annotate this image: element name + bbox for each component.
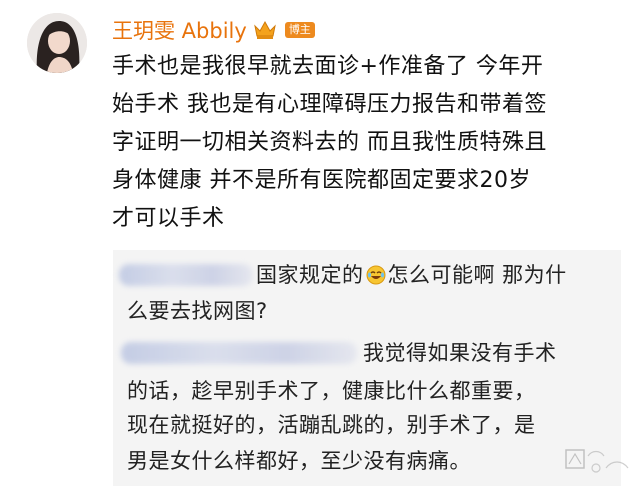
- reply-line: 男是女什么样都好，至少没有病痛。: [127, 449, 471, 473]
- laughing-crying-emoji-icon: [366, 263, 386, 285]
- author-header: 王玥雯 Abbily 博主: [112, 14, 315, 46]
- reply-thread: 国家规定的 怎么可能啊 那为什 么要去找网图? 我觉得如果没有手术 的话，趁早别手…: [113, 250, 621, 486]
- avatar-image: [27, 13, 87, 73]
- avatar[interactable]: [27, 13, 87, 73]
- post-line: 始手术 我也是有心理障碍压力报告和带着签: [112, 92, 547, 117]
- post-line: 手术也是我很早就去面诊+作准备了 今年开: [112, 54, 544, 79]
- post-line: 身体健康 并不是所有医院都固定要求20岁: [112, 168, 531, 193]
- reply-line: 我觉得如果没有手术: [363, 341, 557, 365]
- blurred-username[interactable]: [119, 264, 253, 286]
- username-link[interactable]: 王玥雯 Abbily: [112, 15, 247, 45]
- reply-line: 么要去找网图?: [127, 299, 268, 323]
- post-line: 字证明一切相关资料去的 而且我性质特殊且: [112, 130, 547, 155]
- reply-line: 的话，趁早别手术了，健康比什么都重要，: [127, 379, 536, 403]
- watermark-logo: [560, 442, 634, 482]
- blogger-badge: 博主: [284, 22, 315, 38]
- post-line: 才可以手术: [112, 206, 225, 231]
- reply-text: 怎么可能啊 那为什: [387, 263, 567, 287]
- reply-text: 国家规定的: [256, 263, 364, 287]
- reply-line: 国家规定的 怎么可能啊 那为什: [256, 260, 567, 290]
- crown-icon: [253, 19, 277, 41]
- post-body: 手术也是我很早就去面诊+作准备了 今年开 始手术 我也是有心理障碍压力报告和带着…: [112, 48, 622, 238]
- blurred-username[interactable]: [121, 342, 357, 364]
- reply-line: 现在就挺好的，活蹦乱跳的，别手术了，是: [127, 413, 536, 437]
